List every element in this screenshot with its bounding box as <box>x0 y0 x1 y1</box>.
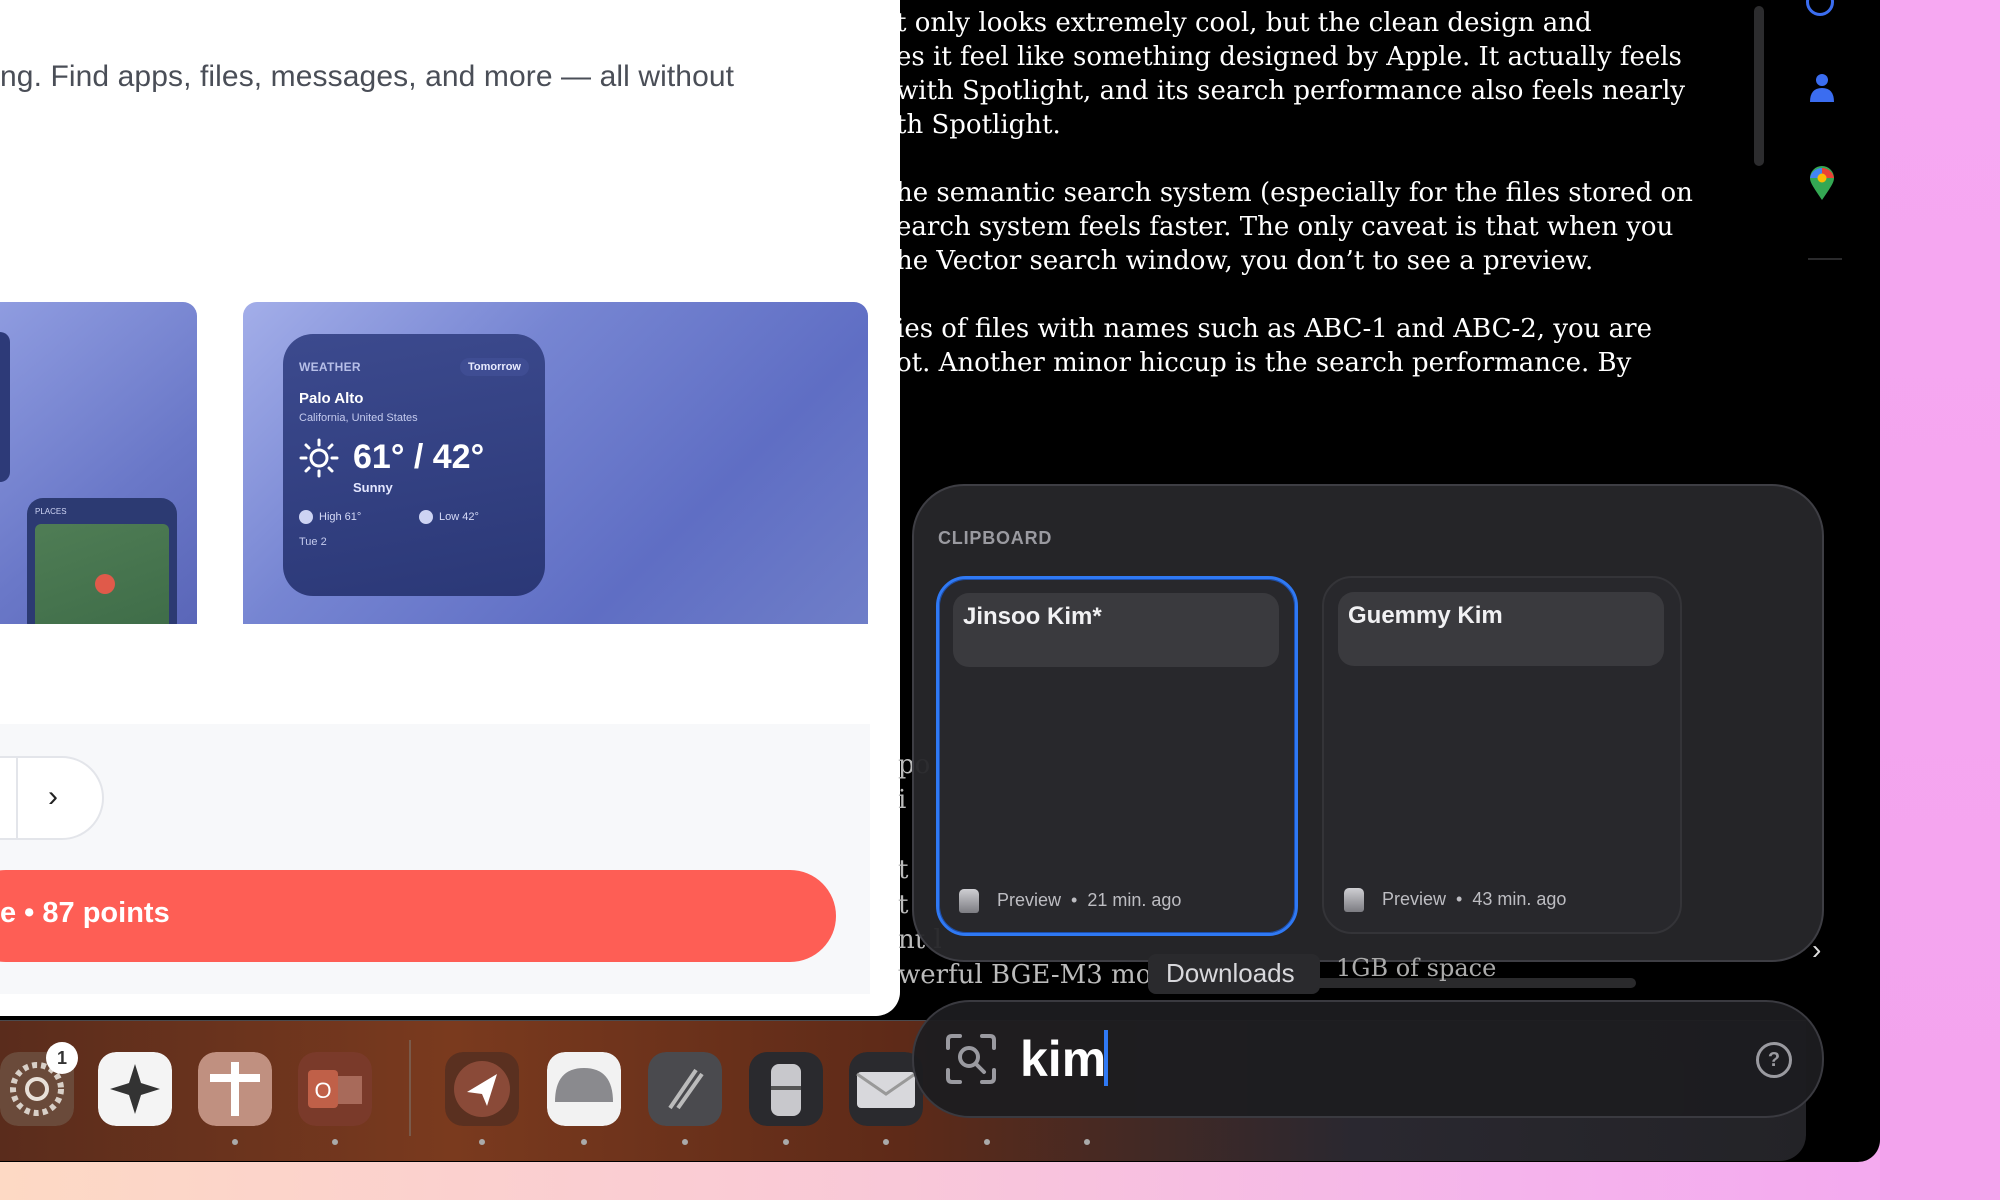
sun-icon <box>299 438 339 478</box>
weather-condition: Sunny <box>353 480 393 495</box>
bezel-app-icon[interactable] <box>547 1052 621 1126</box>
dock-separator <box>409 1040 411 1136</box>
weather-tomorrow-badge: Tomorrow <box>460 358 529 376</box>
clipboard-item-selected[interactable]: Jinsoo Kim* Preview • 21 min. ago <box>936 576 1298 936</box>
high-icon <box>299 510 313 524</box>
preview-icon <box>959 889 979 913</box>
weather-temperature: 61° / 42° <box>353 438 485 476</box>
notification-badge: 1 <box>46 1042 78 1074</box>
article-window: ng. Find apps, files, messages, and more… <box>0 0 900 1016</box>
dock-running-dot <box>984 1139 990 1145</box>
outlook-app-icon[interactable]: O <box>298 1052 372 1126</box>
maps-icon[interactable] <box>1808 166 1836 202</box>
visual-search-icon[interactable] <box>944 1032 998 1086</box>
weather-city: Palo Alto <box>299 390 364 407</box>
spark-app-icon[interactable] <box>98 1052 172 1126</box>
dock-running-dot <box>682 1139 688 1145</box>
clipboard-title: CLIPBOARD <box>938 528 1053 548</box>
weather-date: Tue 2 <box>299 536 327 548</box>
sidebar-top-icon[interactable] <box>1806 0 1834 16</box>
obscured-text-fragment: 1GB of space <box>1336 954 1497 982</box>
carousel-divider <box>16 756 18 840</box>
dock-running-dot <box>232 1139 238 1145</box>
screenshot-image-right: WEATHER Tomorrow Palo Alto California, U… <box>243 302 868 624</box>
dock-running-dot <box>332 1139 338 1145</box>
downloads-tooltip-label: Downloads <box>1166 958 1295 988</box>
screenshot-image-left: PLACES <box>0 302 197 624</box>
desktop-wallpaper <box>1880 0 2000 1200</box>
dock-running-dot <box>479 1139 485 1145</box>
xcode-app-icon[interactable] <box>648 1052 722 1126</box>
map-pin-icon <box>95 574 115 594</box>
clipboard-item-meta: Preview • 43 min. ago <box>1344 888 1566 912</box>
dock-running-dot <box>783 1139 789 1145</box>
places-widget: PLACES <box>27 498 177 624</box>
dark-article-text: t only looks extremely cool, but the cle… <box>896 6 1716 414</box>
weather-label: WEATHER <box>299 360 361 374</box>
dock-running-dot <box>581 1139 587 1145</box>
clipboard-item-name: Jinsoo Kim* <box>963 603 1102 630</box>
clipboard-item-name: Guemmy Kim <box>1348 602 1503 629</box>
weather-widget: WEATHER Tomorrow Palo Alto California, U… <box>283 334 545 596</box>
weather-high: High 61° <box>299 510 361 524</box>
chevron-right-icon[interactable]: › <box>1812 934 1821 966</box>
preview-icon <box>1344 888 1364 912</box>
search-input[interactable] <box>1018 1026 1702 1092</box>
vertical-scrollbar[interactable] <box>1754 6 1764 166</box>
svg-text:O: O <box>314 1078 331 1103</box>
article-paragraph: t only looks extremely cool, but the cle… <box>896 8 1686 140</box>
sidebar-divider <box>1808 258 1842 260</box>
chevron-right-icon[interactable]: › <box>48 780 58 814</box>
clipboard-item[interactable]: Guemmy Kim Preview • 43 min. ago <box>1322 576 1682 934</box>
text-caret <box>1104 1030 1108 1086</box>
weather-region: California, United States <box>299 412 418 424</box>
clipboard-item-meta: Preview • 21 min. ago <box>959 889 1181 913</box>
paw-app-icon[interactable] <box>445 1052 519 1126</box>
toolbox-app-icon[interactable] <box>198 1052 272 1126</box>
low-icon <box>419 510 433 524</box>
article-paragraph: ies of files with names such as ABC-1 an… <box>896 314 1652 378</box>
article-intro-text: ng. Find apps, files, messages, and more… <box>0 60 735 93</box>
points-button-label: e • 87 points <box>0 897 170 929</box>
dock-running-dot <box>883 1139 889 1145</box>
places-label: PLACES <box>35 507 67 516</box>
map-thumbnail <box>35 524 169 624</box>
help-icon[interactable]: ? <box>1756 1042 1792 1078</box>
article-paragraph: he semantic search system (especially fo… <box>896 178 1693 276</box>
weather-low: Low 42° <box>419 510 479 524</box>
person-icon[interactable] <box>1808 72 1836 104</box>
preview-app-icon[interactable] <box>749 1052 823 1126</box>
dock-running-dot <box>1084 1139 1090 1145</box>
